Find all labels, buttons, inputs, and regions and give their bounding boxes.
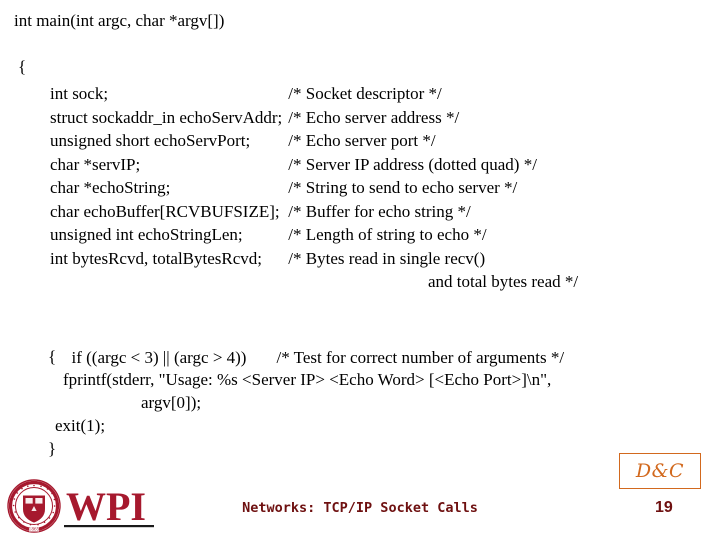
dc-badge: D&C bbox=[619, 453, 701, 489]
declaration-comment: /* Buffer for echo string */ bbox=[288, 201, 471, 221]
declaration-comment: /* Bytes read in single recv() bbox=[288, 248, 486, 268]
exit-call-line: exit(1); bbox=[55, 416, 106, 435]
wpi-wordmark: WPI bbox=[66, 484, 146, 529]
declaration-row: char *echoString; /* String to send to ec… bbox=[50, 176, 537, 200]
declaration-code: char echoBuffer[RCVBUFSIZE]; bbox=[50, 201, 280, 221]
declaration-code: struct sockaddr_in echoServAddr; bbox=[50, 107, 283, 127]
fprintf-argv-line: argv[0]); bbox=[141, 393, 202, 412]
declaration-code: int sock; bbox=[50, 84, 109, 103]
declaration-code: char *servIP; bbox=[50, 154, 141, 174]
variable-declarations-table: int sock; /* Socket descriptor */ struct s… bbox=[50, 82, 537, 270]
declaration-row: int sock; /* Socket descriptor */ bbox=[50, 82, 537, 106]
wpi-seal-icon: 1865 bbox=[7, 479, 61, 533]
declaration-row: unsigned short echoServPort; /* Echo serv… bbox=[50, 129, 537, 153]
declaration-comment: /* String to send to echo server */ bbox=[288, 178, 518, 197]
function-signature: int main(int argc, char *argv[]) bbox=[14, 11, 225, 30]
declaration-row: char *servIP; /* Server IP address (dotte… bbox=[50, 153, 537, 177]
declaration-code: char *echoString; bbox=[50, 178, 171, 197]
declaration-comment: /* Length of string to echo */ bbox=[288, 225, 487, 244]
declaration-comment: /* Socket descriptor */ bbox=[288, 84, 442, 103]
svg-text:1865: 1865 bbox=[29, 527, 40, 532]
page-number: 19 bbox=[655, 499, 673, 516]
fprintf-usage-line: fprintf(stderr, "Usage: %s <Server IP> <… bbox=[63, 370, 552, 389]
wpi-underline bbox=[64, 525, 154, 528]
declaration-row: char echoBuffer[RCVBUFSIZE]; /* Buffer fo… bbox=[50, 200, 537, 224]
declaration-code: int bytesRcvd, totalBytesRcvd; bbox=[50, 248, 263, 268]
declaration-code: unsigned int echoStringLen; bbox=[50, 225, 243, 244]
declaration-comment: /* Echo server port */ bbox=[288, 131, 436, 150]
declaration-comment: /* Server IP address (dotted quad) */ bbox=[288, 154, 537, 174]
wpi-logo: 1865 WPI bbox=[6, 478, 154, 536]
declaration-row: struct sockaddr_in echoServAddr;/* Echo … bbox=[50, 106, 537, 130]
function-open-brace: { bbox=[18, 57, 27, 76]
code-block: int main(int argc, char *argv[]) { int s… bbox=[0, 0, 720, 517]
if-close-brace: } bbox=[48, 439, 57, 458]
dc-badge-label: D&C bbox=[635, 460, 685, 482]
slide-canvas: int main(int argc, char *argv[]) { int s… bbox=[0, 0, 720, 540]
comment-continuation-line: and total bytes read */ bbox=[428, 272, 579, 291]
if-statement-comment: /* Test for correct number of arguments … bbox=[276, 347, 565, 367]
declaration-row: int bytesRcvd, totalBytesRcvd; /* Bytes r… bbox=[50, 247, 537, 271]
declaration-comment: /* Echo server address */ bbox=[288, 107, 460, 127]
declaration-row: unsigned int echoStringLen; /* Length of … bbox=[50, 223, 537, 247]
declaration-code: unsigned short echoServPort; bbox=[50, 131, 251, 150]
if-condition: if ((argc < 3) || (argc > 4)) bbox=[71, 347, 247, 367]
if-open-brace: { bbox=[48, 347, 57, 366]
